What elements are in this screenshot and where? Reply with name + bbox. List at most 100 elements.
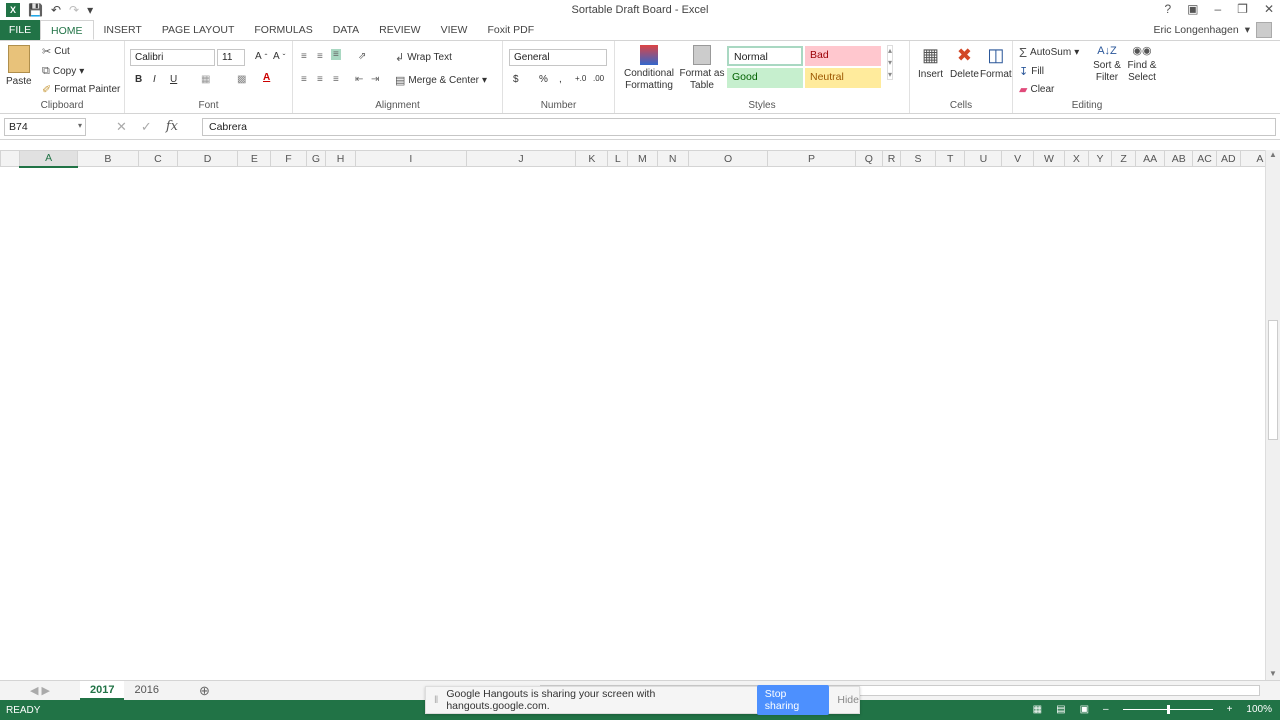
format-painter-button[interactable]: ✐ Format Painter [42,83,120,96]
tab-page-layout[interactable]: PAGE LAYOUT [152,20,245,40]
conditional-formatting-button[interactable]: Conditional Formatting [621,45,677,92]
tab-formulas[interactable]: FORMULAS [244,20,322,40]
style-neutral[interactable]: Neutral [805,68,881,88]
column-header[interactable]: F [270,150,307,167]
tab-view[interactable]: VIEW [431,20,478,40]
column-header[interactable]: H [325,150,356,167]
style-bad[interactable]: Bad [805,46,881,66]
zoom-out-icon[interactable]: – [1103,704,1109,715]
stop-sharing-button[interactable]: Stop sharing [756,685,830,715]
close-icon[interactable]: ✕ [1264,2,1274,16]
underline-button[interactable]: U [170,74,177,85]
insert-function-icon[interactable]: fx [166,119,178,135]
column-header[interactable]: Q [854,150,884,167]
insert-button[interactable]: ▦ Insert [918,45,943,80]
page-layout-view-icon[interactable]: ▤ [1056,704,1065,715]
column-header[interactable]: O [687,150,769,167]
zoom-slider[interactable] [1122,705,1213,714]
tab-insert[interactable]: INSERT [94,20,152,40]
zoom-in-icon[interactable]: + [1227,704,1233,715]
page-break-view-icon[interactable]: ▣ [1080,704,1089,715]
column-header[interactable]: AC [1192,150,1217,167]
column-header[interactable]: X [1064,150,1089,167]
align-right-icon[interactable]: ≡ [333,74,339,85]
fill-color-icon[interactable]: ▩ [237,74,246,85]
delete-button[interactable]: ✖ Delete [950,45,979,80]
name-box[interactable]: B74 ▾ [4,117,86,136]
column-header[interactable]: Y [1087,150,1113,167]
minimize-icon[interactable]: – [1214,2,1221,16]
currency-button[interactable]: $ [513,74,519,85]
align-top-icon[interactable]: ≡ [301,51,307,62]
cancel-icon[interactable]: ✕ [116,119,127,135]
tab-review[interactable]: REVIEW [369,20,430,40]
increase-indent-icon[interactable]: ⇥ [371,74,379,85]
hide-button[interactable]: Hide [837,694,859,706]
drag-handle-icon[interactable]: ‖ [434,694,438,706]
number-format-select[interactable]: General [509,49,607,66]
sheet-nav-arrows[interactable]: ◀ ▶ [0,684,80,697]
font-shrink-button[interactable]: Aˇ [273,51,285,62]
customize-qat-icon[interactable]: ▾ [87,3,93,17]
worksheet-grid[interactable]: A B C D E F G H I J K L M N O P Q R S T U V W X Y Z AA AB AC AD A [0,150,1280,680]
italic-button[interactable]: I [153,74,156,85]
format-button[interactable]: ◫ Format [980,45,1012,80]
orientation-icon[interactable]: ⇗ [358,51,366,62]
tab-home[interactable]: HOME [40,20,94,40]
font-grow-button[interactable]: Aˆ [255,51,267,62]
column-header[interactable]: N [656,150,689,167]
select-all-corner[interactable] [0,150,21,167]
column-header[interactable]: S [899,150,937,167]
column-header[interactable]: AA [1134,150,1166,167]
scroll-up-icon[interactable]: ▲ [1266,150,1280,159]
style-normal[interactable]: Normal [727,46,803,66]
comma-button[interactable]: , [559,74,562,85]
format-as-table-button[interactable]: Format as Table [679,45,725,92]
tab-data[interactable]: DATA [323,20,369,40]
column-header[interactable]: AD [1215,150,1241,167]
paste-button[interactable]: Paste [6,45,32,87]
autosum-button[interactable]: Σ AutoSum ▾ [1019,45,1079,60]
column-header[interactable]: P [767,150,856,167]
column-header[interactable]: W [1032,150,1066,167]
column-header[interactable]: J [465,150,577,167]
add-sheet-icon[interactable]: ⊕ [199,683,210,699]
sort-filter-button[interactable]: A↓Z Sort & Filter [1091,45,1123,84]
formula-input[interactable]: Cabrera [202,117,1276,136]
font-size-select[interactable]: 11 [217,49,245,66]
tab-foxit-pdf[interactable]: Foxit PDF [477,20,544,40]
decrease-indent-icon[interactable]: ⇤ [355,74,363,85]
copy-button[interactable]: ⧉ Copy ▾ [42,65,84,78]
merge-center-button[interactable]: ▤ Merge & Center ▾ [395,74,487,87]
align-bottom-icon[interactable]: ≡ [331,49,341,60]
borders-icon[interactable]: ▦ [201,74,210,85]
column-header[interactable]: D [176,150,239,167]
save-icon[interactable]: 💾 [28,3,43,17]
style-good[interactable]: Good [727,68,803,88]
user-account[interactable]: Eric Longenhagen ▾ [1153,22,1272,38]
font-name-select[interactable]: Calibri [130,49,215,66]
undo-icon[interactable]: ↶ [51,3,61,17]
font-color-icon[interactable]: A [263,72,270,83]
column-header[interactable]: M [627,150,658,167]
wrap-text-button[interactable]: ↲ Wrap Text [395,51,452,64]
ribbon-display-icon[interactable]: ▣ [1187,2,1198,16]
cut-button[interactable]: ✂ Cut [42,45,70,58]
column-header[interactable]: Z [1111,150,1136,167]
percent-button[interactable]: % [539,74,548,85]
vertical-scrollbar[interactable]: ▲ ▼ [1265,150,1280,680]
enter-icon[interactable]: ✓ [141,119,152,135]
restore-icon[interactable]: ❐ [1237,2,1248,16]
bold-button[interactable]: B [135,74,142,85]
column-header[interactable]: R [882,150,901,167]
column-header[interactable]: AB [1164,150,1194,167]
column-header[interactable]: U [964,150,1003,167]
tab-file[interactable]: FILE [0,20,40,40]
styles-scroll[interactable]: ▴ ▾ ▾ [887,45,894,80]
column-header[interactable]: I [354,150,467,167]
clear-button[interactable]: ▰ Clear [1019,83,1054,96]
align-middle-icon[interactable]: ≡ [317,51,323,62]
help-icon[interactable]: ? [1164,2,1171,16]
column-header[interactable]: E [237,150,272,167]
scrollbar-thumb[interactable] [1268,320,1278,440]
